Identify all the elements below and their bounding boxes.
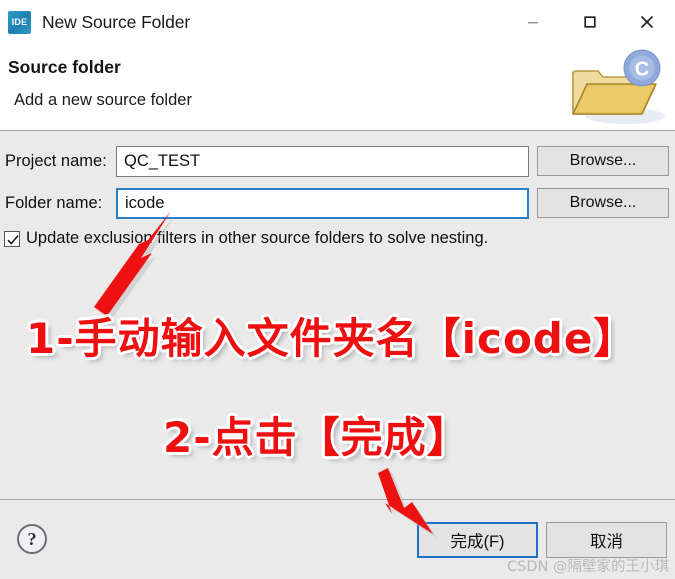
ide-app-icon-label: IDE xyxy=(11,17,28,27)
folder-badge-letter: C xyxy=(635,59,649,81)
finish-button[interactable]: 完成(F) xyxy=(417,522,538,558)
update-exclusion-filters-checkbox[interactable] xyxy=(4,230,20,247)
maximize-button[interactable] xyxy=(561,0,618,44)
project-name-label: Project name: xyxy=(5,151,107,170)
header-title: Source folder xyxy=(8,57,121,77)
folder-with-c-badge-icon: C xyxy=(572,49,665,124)
update-exclusion-filters-row[interactable]: Update exclusion filters in other source… xyxy=(4,229,675,248)
minimize-icon xyxy=(527,22,538,24)
project-browse-button[interactable]: Browse... xyxy=(537,146,669,176)
dialog-header: Source folder Add a new source folder C xyxy=(0,44,675,130)
maximize-icon xyxy=(583,16,596,28)
update-exclusion-filters-label: Update exclusion filters in other source… xyxy=(26,229,489,247)
folder-name-row: Folder name: icode Browse... xyxy=(0,187,675,219)
project-name-row: Project name: QC_TEST Browse... xyxy=(0,145,675,177)
folder-name-input[interactable]: icode xyxy=(116,187,529,219)
window-controls xyxy=(504,0,675,44)
folder-name-label: Folder name: xyxy=(5,193,103,212)
close-button[interactable] xyxy=(618,0,675,44)
title-bar: IDE New Source Folder xyxy=(0,0,675,44)
new-source-folder-dialog: IDE New Source Folder Source folder Add … xyxy=(0,0,675,579)
checkmark-icon xyxy=(7,234,19,245)
help-icon[interactable]: ? xyxy=(17,524,47,554)
dialog-footer: ? 完成(F) 取消 xyxy=(0,500,675,579)
folder-browse-button[interactable]: Browse... xyxy=(537,188,669,218)
dialog-body: Project name: QC_TEST Browse... Folder n… xyxy=(0,131,675,499)
cancel-button[interactable]: 取消 xyxy=(546,522,667,558)
minimize-button[interactable] xyxy=(504,0,561,44)
project-name-input[interactable]: QC_TEST xyxy=(116,145,529,177)
window-title: New Source Folder xyxy=(42,11,191,32)
close-icon xyxy=(640,15,653,29)
ide-app-icon: IDE xyxy=(8,10,31,34)
help-icon-label: ? xyxy=(27,528,37,549)
header-subtitle: Add a new source folder xyxy=(14,91,192,109)
